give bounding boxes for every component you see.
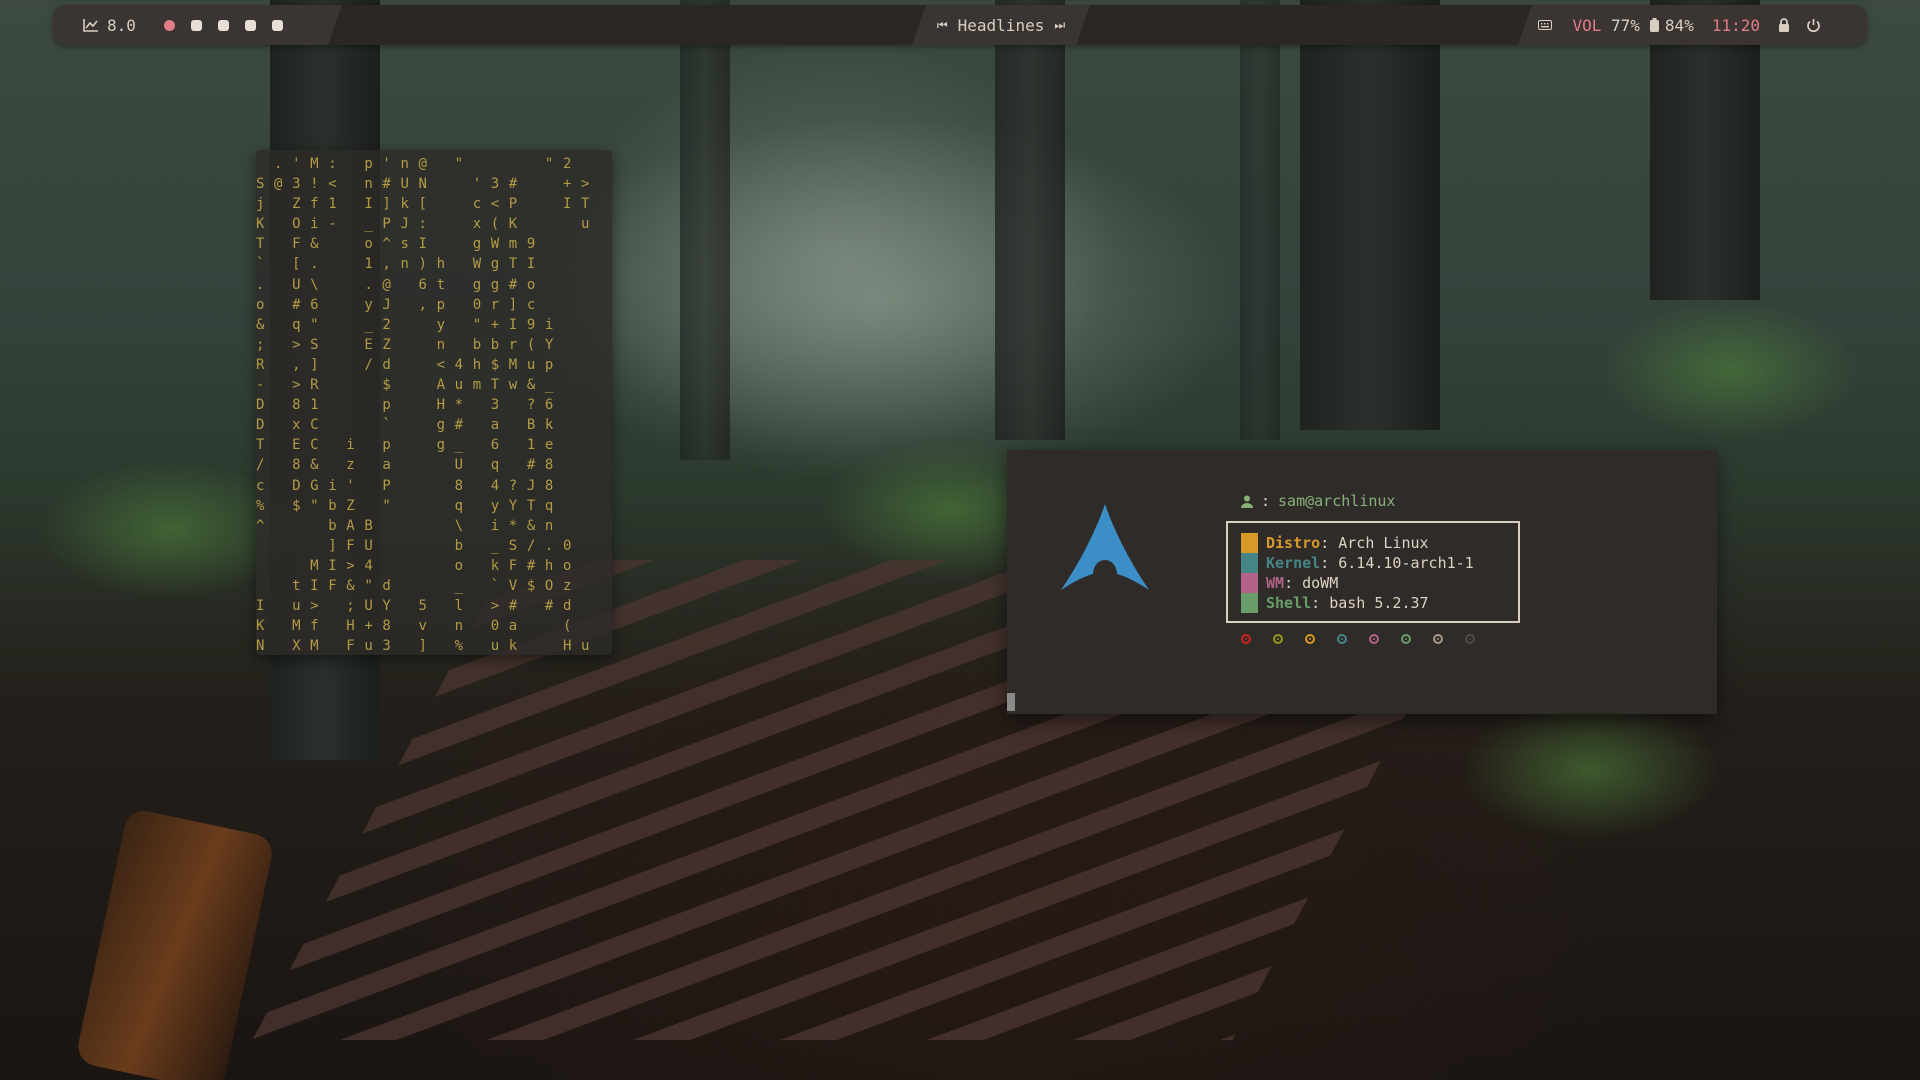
palette-dot (1305, 634, 1315, 644)
info-row-wm: WM: doWM (1241, 573, 1338, 593)
keyboard-icon[interactable] (1538, 20, 1553, 30)
battery-value: 84% (1664, 15, 1694, 35)
palette-dot (1337, 634, 1347, 644)
tree-trunk (1240, 0, 1280, 440)
info-value: bash 5.2.37 (1329, 594, 1429, 612)
chart-line-icon (83, 19, 98, 32)
battery-widget[interactable]: 84% (1649, 15, 1694, 35)
volume-widget[interactable]: VOL 77% (1572, 16, 1639, 35)
palette-dot (1401, 634, 1411, 644)
matrix-terminal-window[interactable]: . ' M : p ' n @ " " 2 S @ 3 ! < n # U N … (256, 150, 612, 655)
cpu-value: 8.0 (107, 15, 136, 35)
fallen-log (74, 807, 276, 1080)
workspace-indicator-2[interactable] (190, 19, 202, 31)
palette-dot (1369, 634, 1379, 644)
cpu-widget[interactable]: 8.0 (83, 16, 136, 35)
info-value: Arch Linux (1338, 534, 1429, 552)
user-host-line: : sam@archlinux (1241, 492, 1395, 510)
ferns (1600, 300, 1860, 440)
power-icon[interactable] (1806, 18, 1821, 33)
volume-label: VOL (1572, 15, 1602, 35)
status-bar-left: 8.0 (53, 5, 342, 45)
info-row-distro: Distro: Arch Linux (1241, 533, 1429, 553)
info-key: Distro (1266, 534, 1321, 552)
color-palette (1241, 634, 1475, 644)
status-bar-right: VOL 77% 84% 11:20 (1518, 5, 1867, 45)
tree-trunk (680, 0, 730, 460)
media-title[interactable]: Headlines (958, 16, 1045, 35)
info-key: WM (1266, 574, 1285, 592)
matrix-rain-text: . ' M : p ' n @ " " 2 S @ 3 ! < n # U N … (256, 156, 591, 655)
info-key: Shell (1266, 594, 1312, 612)
palette-dot (1465, 634, 1475, 644)
info-row-shell: Shell: bash 5.2.37 (1241, 593, 1429, 613)
workspace-indicator-1[interactable] (163, 19, 175, 31)
color-swatch (1241, 553, 1258, 573)
info-key: Kernel (1266, 554, 1321, 572)
fetch-terminal-window[interactable]: : sam@archlinux Distro: Arch Linux Kerne… (1007, 450, 1717, 714)
color-swatch (1241, 573, 1258, 593)
tree-trunk (1650, 0, 1760, 300)
color-swatch (1241, 533, 1258, 553)
volume-value: 77% (1611, 15, 1640, 35)
user-host: sam@archlinux (1278, 492, 1396, 510)
terminal-cursor (1007, 693, 1015, 711)
battery-icon (1649, 18, 1659, 32)
status-bar: 8.0 ⏮ Headlines ⏭ VOL 77% 84% 11:20 (53, 5, 1867, 45)
palette-dot (1433, 634, 1443, 644)
workspace-indicator-3[interactable] (217, 19, 229, 31)
system-info-box: Distro: Arch Linux Kernel: 6.14.10-arch1… (1226, 521, 1520, 623)
user-icon (1241, 495, 1253, 508)
info-value: 6.14.10-arch1-1 (1338, 554, 1474, 572)
color-swatch (1241, 593, 1258, 613)
clock[interactable]: 11:20 (1712, 16, 1760, 35)
tree-trunk (995, 0, 1065, 440)
ferns (1460, 700, 1720, 840)
palette-dot (1241, 634, 1251, 644)
info-row-kernel: Kernel: 6.14.10-arch1-1 (1241, 553, 1474, 573)
info-value: doWM (1302, 574, 1339, 592)
user-separator: : (1261, 492, 1271, 510)
workspace-indicator-4[interactable] (244, 19, 256, 31)
palette-dot (1273, 634, 1283, 644)
workspace-list (163, 19, 299, 31)
lock-icon[interactable] (1778, 18, 1790, 32)
workspace-indicator-5[interactable] (271, 19, 283, 31)
skip-back-icon[interactable]: ⏮ (937, 18, 948, 33)
arch-linux-logo-icon (1059, 502, 1151, 596)
media-widget: ⏮ Headlines ⏭ (912, 5, 1090, 45)
tree-trunk (1300, 0, 1440, 430)
skip-forward-icon[interactable]: ⏭ (1054, 18, 1065, 33)
